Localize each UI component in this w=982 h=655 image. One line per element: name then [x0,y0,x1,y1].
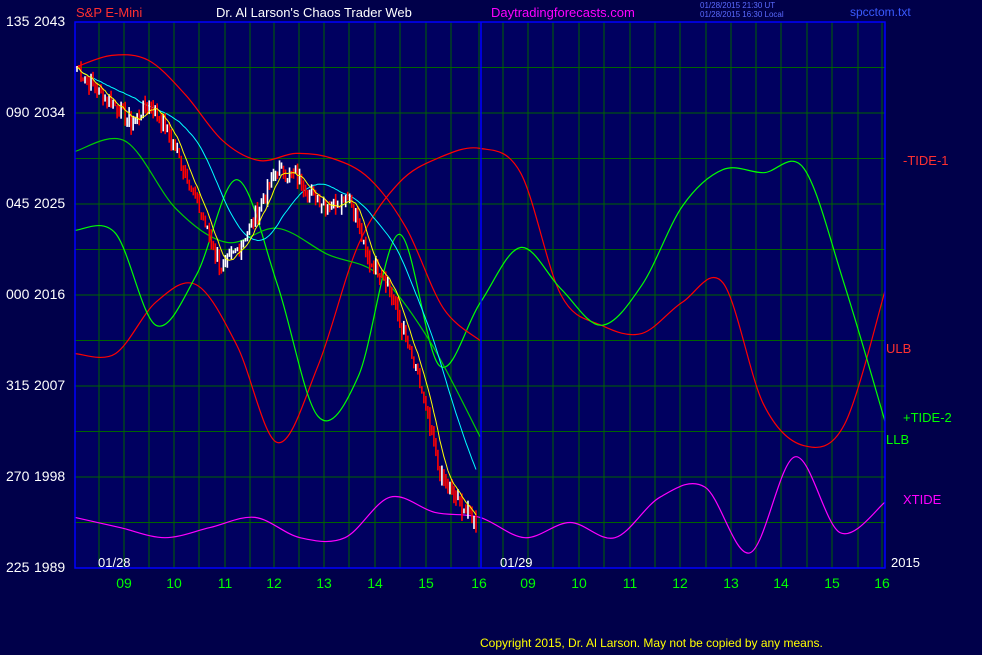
y-tick-cycle: 045 [6,195,30,211]
ulb-label: ULB [886,341,912,356]
x-tick-label: 16 [874,575,890,591]
x-tick-label: 12 [266,575,282,591]
x-tick-label: 13 [723,575,739,591]
x-tick-label: 10 [166,575,182,591]
x-tick-label: 14 [773,575,789,591]
y-tick-cycle: 090 [6,104,30,120]
tide-plus2-label: +TIDE-2 [903,410,952,425]
y-tick-price: 2007 [34,377,66,393]
x-tick-label: 16 [471,575,487,591]
y-tick-cycle: 000 [6,286,30,302]
chart-title: Dr. Al Larson's Chaos Trader Web [216,5,412,20]
x-tick-label: 11 [623,575,638,591]
timestamp-ut: 01/28/2015 21:30 UT [700,1,776,10]
x-tick-label: 09 [116,575,132,591]
x-tick-label: 15 [824,575,840,591]
y-tick-price: 1989 [34,559,66,575]
day-label-2: 01/29 [500,555,533,570]
tide-minus1-label: -TIDE-1 [903,153,949,168]
chart-canvas: 09 10 11 12 13 14 15 16 09 10 11 12 13 14 15 16 [74,21,890,591]
day-label-1: 01/28 [98,555,131,570]
xtide-label: XTIDE [903,492,942,507]
y-tick-price: 1998 [34,468,66,484]
x-tick-label: 15 [418,575,434,591]
x-tick-label: 14 [367,575,383,591]
instrument-title: S&P E-Mini [76,5,143,20]
x-tick-label: 10 [571,575,587,591]
x-tick-label: 09 [520,575,536,591]
x-tick-label: 11 [218,575,233,591]
y-tick-cycle: 315 [6,377,30,393]
y-tick-cycle: 225 [6,559,30,575]
llb-label: LLB [886,432,910,447]
y-tick-price: 2016 [34,286,66,302]
y-tick-price: 2034 [34,104,66,120]
data-file-name: spcctom.txt [850,5,911,19]
timestamp-local: 01/28/2015 16:30 Local [700,10,784,19]
year-label: 2015 [891,555,920,570]
x-axis: 09 10 11 12 13 14 15 16 09 10 11 12 13 14 15 16 [116,575,890,591]
y-tick-cycle: 270 [6,468,30,484]
chart: 09 10 11 12 13 14 15 16 09 10 11 12 13 14 15 16 S&P E-M… [0,0,982,650]
x-tick-label: 12 [672,575,688,591]
y-tick-cycle: 135 [6,13,30,29]
y-tick-price: 2025 [34,195,66,211]
y-tick-price: 2043 [34,13,66,29]
copyright: Copyright 2015, Dr. Al Larson. May not b… [480,636,823,650]
site-link[interactable]: Daytradingforecasts.com [491,6,635,20]
x-tick-label: 13 [316,575,332,591]
